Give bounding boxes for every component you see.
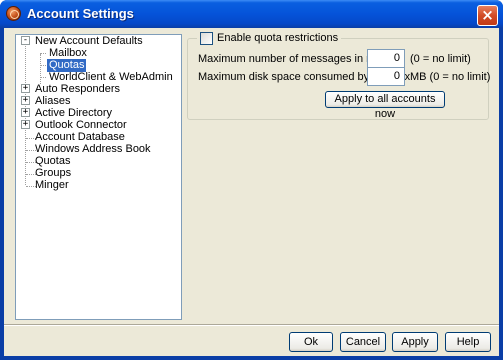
daemon-icon	[6, 6, 21, 21]
settings-tree[interactable]: - + + + + New Account Defaults Mailbox Q…	[15, 34, 182, 320]
enable-quota-label: Enable quota restrictions	[217, 32, 339, 44]
plus-expander-icon[interactable]: +	[21, 84, 30, 93]
account-settings-window: Account Settings × - + + + + New Account…	[0, 0, 503, 360]
max-messages-hint: (0 = no limit)	[410, 53, 471, 65]
dialog-client-area: - + + + + New Account Defaults Mailbox Q…	[4, 28, 499, 356]
apply-to-all-accounts-button[interactable]: Apply to all accounts now	[325, 91, 445, 120]
close-button[interactable]: ×	[477, 5, 498, 26]
tree-branch	[40, 77, 46, 78]
max-disk-hint: MB (0 = no limit)	[410, 71, 491, 83]
enable-quota-checkbox[interactable]	[200, 31, 213, 45]
title-bar[interactable]: Account Settings ×	[0, 0, 503, 28]
max-disk-input[interactable]: 0	[367, 67, 405, 86]
tree-child-line	[40, 54, 41, 84]
tree-branch	[40, 53, 46, 54]
max-messages-input[interactable]: 0	[367, 49, 405, 68]
plus-expander-icon[interactable]: +	[21, 120, 30, 129]
tree-branch	[40, 65, 46, 66]
plus-expander-icon[interactable]: +	[21, 96, 30, 105]
ok-button[interactable]: Ok	[289, 332, 333, 352]
minus-expander-icon[interactable]: -	[21, 36, 30, 45]
plus-expander-icon[interactable]: +	[21, 108, 30, 117]
enable-quota-option[interactable]: Enable quota restrictions	[197, 31, 342, 45]
tree-item-minger[interactable]: Minger	[35, 179, 69, 192]
footer-separator	[4, 324, 499, 326]
apply-button[interactable]: Apply	[392, 332, 438, 352]
cancel-button[interactable]: Cancel	[340, 332, 386, 352]
help-button[interactable]: Help	[445, 332, 491, 352]
window-title: Account Settings	[27, 6, 134, 21]
